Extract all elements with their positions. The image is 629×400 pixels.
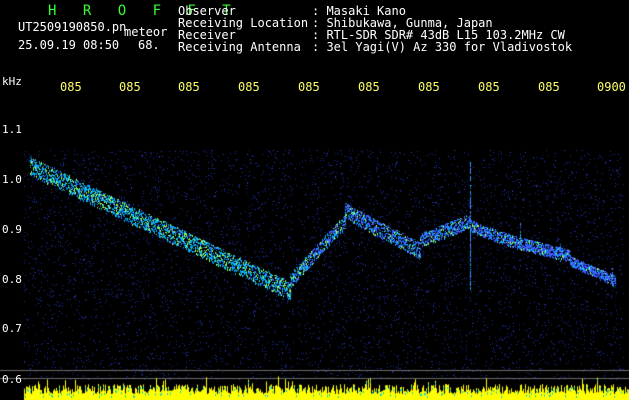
datetime-label: 25.09.19 08:50: [18, 38, 120, 52]
time-tick-label: 085: [178, 80, 200, 94]
time-tick-label: 085: [60, 80, 82, 94]
freq-tick-label: 0.8: [2, 273, 22, 286]
freq-tick-label: 1.1: [2, 123, 22, 136]
time-tick-label: 085: [238, 80, 260, 94]
freq-tick-label: 0.9: [2, 223, 22, 236]
time-tick-label: 085: [119, 80, 141, 94]
metadata-value: : 3el Yagi(V) Az 330 for Vladivostok: [312, 40, 573, 54]
spectrogram-plot: [0, 100, 629, 400]
time-tick-label: 085: [358, 80, 380, 94]
frequency-unit-label: kHz: [2, 75, 22, 88]
freq-tick-label: 0.7: [2, 322, 22, 335]
filename-label: UT2509190850.pn: [18, 20, 127, 34]
metadata-key: Receiving Antenna: [178, 40, 301, 54]
time-tick-label: 085: [298, 80, 320, 94]
time-tick-label: 0900: [597, 80, 626, 94]
time-tick-label: 085: [418, 80, 440, 94]
freq-tick-label: 0.6: [2, 373, 22, 386]
time-tick-label: 085: [478, 80, 500, 94]
freq-tick-label: 1.0: [2, 173, 22, 186]
count-label: 68.: [138, 38, 160, 52]
time-tick-label: 085: [538, 80, 560, 94]
spectrogram-window: H R O F F T UT2509190850.pn meteor 25.09…: [0, 0, 629, 400]
detection-tag: meteor: [124, 25, 168, 39]
